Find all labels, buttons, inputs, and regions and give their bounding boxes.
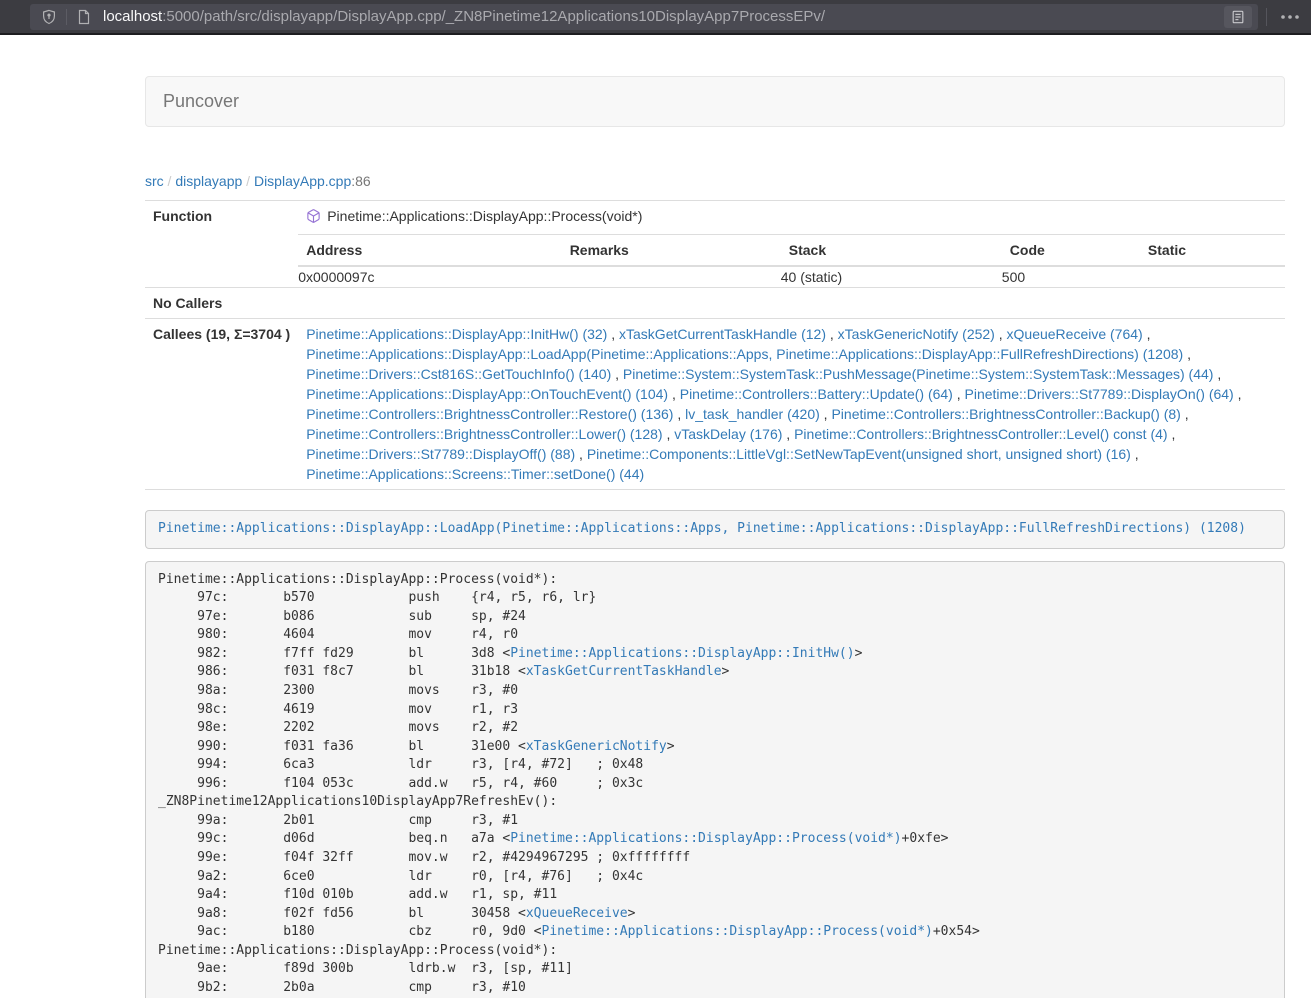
url-path: :5000/path/src/displayapp/DisplayApp.cpp… [162, 8, 825, 25]
callee-link[interactable]: Pinetime::Controllers::BrightnessControl… [794, 426, 1167, 442]
callee-link[interactable]: Pinetime::Controllers::BrightnessControl… [306, 426, 662, 442]
callee-link[interactable]: Pinetime::Controllers::Battery::Update()… [680, 386, 953, 402]
callee-link[interactable]: Pinetime::Applications::Screens::Timer::… [306, 466, 644, 482]
url-domain: localhost [103, 8, 162, 25]
callee-link[interactable]: Pinetime::Applications::DisplayApp::Init… [306, 326, 607, 342]
callee-link[interactable]: xTaskGetCurrentTaskHandle (12) [619, 326, 826, 342]
callee-link[interactable]: Pinetime::Drivers::Cst816S::GetTouchInfo… [306, 366, 611, 382]
disasm-symbol-link[interactable]: xTaskGetCurrentTaskHandle [526, 664, 722, 679]
disasm-symbol-link[interactable]: Pinetime::Applications::DisplayApp::Proc… [510, 831, 901, 846]
callees-label: Callees (19, Σ=3704 ) [145, 319, 298, 490]
static-value [1140, 266, 1285, 287]
remarks-value [562, 266, 781, 287]
col-static: Static [1140, 235, 1285, 266]
breadcrumb-separator: / [164, 173, 176, 189]
loadapp-highlight-block: Pinetime::Applications::DisplayApp::Load… [145, 510, 1285, 549]
col-code: Code [1002, 235, 1140, 266]
function-table: Function Pinetime::Applications::Display… [145, 200, 1285, 490]
breadcrumb-line-number: :86 [351, 173, 370, 189]
col-stack: Stack [781, 235, 1002, 266]
code-value: 500 [1002, 266, 1140, 287]
reader-mode-icon [1231, 10, 1245, 24]
disasm-symbol-link[interactable]: Pinetime::Applications::DisplayApp::Init… [510, 646, 854, 661]
browser-toolbar: localhost:5000/path/src/displayapp/Displ… [0, 0, 1311, 33]
callee-link[interactable]: xQueueReceive (764) [1007, 326, 1143, 342]
function-name: Pinetime::Applications::DisplayApp::Proc… [327, 208, 642, 224]
breadcrumb-link[interactable]: src [145, 173, 164, 189]
metrics-table: Address Remarks Stack Code Static 0x0000… [298, 235, 1285, 287]
callee-link[interactable]: Pinetime::Drivers::St7789::DisplayOff() … [306, 446, 575, 462]
callee-link[interactable]: Pinetime::Controllers::BrightnessControl… [306, 406, 673, 422]
disasm-symbol-link[interactable]: xTaskGenericNotify [526, 739, 667, 754]
callee-link[interactable]: Pinetime::Applications::DisplayApp::OnTo… [306, 386, 668, 402]
brand-link[interactable]: Puncover [163, 91, 239, 112]
disasm-symbol-link[interactable]: Pinetime::Applications::DisplayApp::Proc… [542, 924, 933, 939]
menu-button[interactable] [1275, 5, 1305, 29]
callee-link[interactable]: xTaskGenericNotify (252) [838, 326, 995, 342]
breadcrumb-separator: / [242, 173, 254, 189]
disasm-symbol-link[interactable]: xQueueReceive [526, 906, 628, 921]
callee-link[interactable]: Pinetime::Drivers::St7789::DisplayOn() (… [965, 386, 1234, 402]
url-text[interactable]: localhost:5000/path/src/displayapp/Displ… [103, 8, 1224, 25]
toolbar-divider [1266, 8, 1267, 26]
divider [66, 9, 67, 25]
breadcrumb-link[interactable]: DisplayApp.cpp [254, 173, 351, 189]
callee-link[interactable]: Pinetime::Controllers::BrightnessControl… [831, 406, 1180, 422]
function-row-label: Function [145, 201, 298, 288]
callee-link[interactable]: lv_task_handler (420) [685, 406, 820, 422]
shield-icon[interactable] [36, 6, 62, 28]
callee-link[interactable]: Pinetime::System::SystemTask::PushMessag… [623, 366, 1214, 382]
no-callers-cell [298, 288, 1285, 319]
col-remarks: Remarks [562, 235, 781, 266]
page: Puncover src / displayapp / DisplayApp.c… [0, 33, 1311, 998]
stack-value: 40 (static) [781, 266, 1002, 287]
loadapp-link[interactable]: Pinetime::Applications::DisplayApp::Load… [158, 521, 1246, 536]
page-icon [71, 6, 97, 28]
breadcrumb: src / displayapp / DisplayApp.cpp:86 [145, 173, 1285, 189]
metrics-row: 0x0000097c 40 (static) 500 [298, 266, 1285, 287]
no-callers-label: No Callers [145, 288, 298, 319]
url-bar[interactable]: localhost:5000/path/src/displayapp/Displ… [30, 4, 1258, 30]
disassembly-block: Pinetime::Applications::DisplayApp::Proc… [145, 561, 1285, 998]
symbol-cube-icon [306, 208, 321, 229]
address-value: 0x0000097c [298, 266, 561, 287]
callee-link[interactable]: Pinetime::Components::LittleVgl::SetNewT… [587, 446, 1131, 462]
navbar: Puncover [145, 76, 1285, 127]
ellipsis-icon [1281, 15, 1299, 19]
col-address: Address [298, 235, 561, 266]
reader-mode-button[interactable] [1224, 6, 1252, 28]
callees-cell: Pinetime::Applications::DisplayApp::Init… [298, 319, 1285, 490]
callee-link[interactable]: Pinetime::Applications::DisplayApp::Load… [306, 346, 1183, 362]
breadcrumb-link[interactable]: displayapp [175, 173, 242, 189]
callee-link[interactable]: vTaskDelay (176) [674, 426, 782, 442]
